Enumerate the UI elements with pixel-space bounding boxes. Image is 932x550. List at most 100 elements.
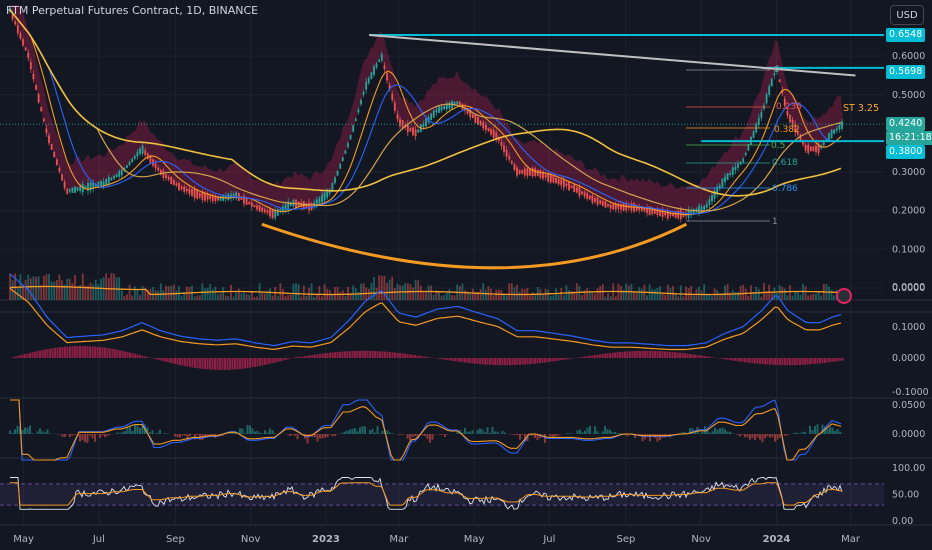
oscillator-bar: [46, 429, 49, 434]
macd-histogram-bar: [536, 358, 539, 364]
macd-histogram-bar: [384, 351, 386, 358]
fib-label-0: 0: [774, 65, 780, 75]
macd-histogram-bar: [299, 356, 301, 358]
candle-body: [175, 183, 178, 186]
macd-histogram-bar: [41, 350, 44, 358]
macd-histogram-bar: [156, 358, 159, 360]
oscillator-bar: [584, 430, 586, 434]
macd-histogram-bar: [249, 358, 251, 368]
candle-body: [778, 79, 781, 83]
macd-histogram-bar: [39, 350, 41, 358]
macd-histogram-bar: [681, 353, 684, 358]
candle-body: [482, 122, 485, 129]
oscillator-bar: [429, 434, 431, 443]
volume-bar: [516, 284, 518, 300]
macd-histogram-bar: [816, 358, 819, 364]
volume-bar: [53, 281, 56, 300]
oscillator-bar: [481, 429, 484, 434]
candle-body: [523, 168, 526, 176]
volume-bar: [412, 287, 414, 300]
macd-histogram-bar: [224, 358, 226, 370]
macd-histogram-bar: [179, 358, 181, 366]
volume-bar: [310, 283, 313, 300]
volume-bar: [432, 294, 435, 300]
oscillator-bar: [266, 432, 269, 434]
oscillator-bar: [91, 434, 94, 439]
macd-histogram-bar: [519, 358, 521, 365]
macd-histogram-bar: [284, 358, 286, 361]
currency-button[interactable]: USD: [890, 5, 924, 25]
oscillator-bar: [61, 434, 64, 437]
oscillator-bar: [606, 428, 609, 434]
macd-histogram-bar: [104, 347, 106, 358]
oscillator-bar: [21, 430, 24, 434]
oscillator-bar: [724, 429, 726, 434]
oscillator-bar: [374, 432, 376, 434]
volume-bar: [401, 285, 404, 300]
chart-canvas[interactable]: 0.6000 0.5000 0.3000 0.2000 0.1000 0.0000 0.10…: [0, 0, 932, 550]
rsi-axis-label: 50.00: [892, 490, 919, 501]
volume-bar: [120, 290, 123, 300]
oscillator-bar: [81, 434, 84, 441]
oscillator-bar: [386, 430, 389, 434]
macd-histogram-bar: [476, 358, 479, 364]
macd-histogram-bar: [694, 354, 696, 358]
candle-body: [565, 183, 568, 186]
macd-histogram-bar: [256, 358, 259, 367]
macd-histogram-bar: [304, 356, 306, 358]
candle-body: [375, 63, 378, 68]
x-tick-label: Nov: [241, 534, 261, 545]
candle-body: [170, 176, 173, 185]
macd-histogram-bar: [354, 350, 356, 358]
macd-histogram-bar: [164, 358, 166, 362]
volume-bar: [812, 293, 815, 300]
oscillator-bar: [9, 430, 11, 434]
candle-body: [354, 118, 357, 121]
time-axis[interactable]: May Jul Sep Nov 2023 Mar May Jul Sep Nov 2024 Mar: [13, 534, 861, 545]
candle-body: [365, 81, 368, 90]
volume-bar: [422, 292, 425, 300]
macd-histogram-bar: [724, 358, 726, 360]
macd-histogram-bar: [349, 351, 351, 358]
oscillator-bar: [659, 434, 661, 440]
volume-bar: [165, 285, 167, 300]
macd-histogram-bar: [814, 358, 816, 364]
candle-body: [360, 100, 362, 105]
candle-body: [126, 165, 128, 168]
macd-histogram-bar: [21, 354, 24, 358]
candle-body: [191, 188, 193, 197]
macd-histogram-bar: [584, 356, 586, 358]
price-pane[interactable]: [0, 5, 884, 270]
oscillator-bar: [24, 427, 26, 434]
macd-histogram-bar: [29, 352, 31, 358]
candle-body: [323, 192, 326, 201]
candle-body: [193, 189, 196, 198]
macd-histogram-bar: [649, 350, 651, 358]
oscillator-bar: [544, 434, 546, 443]
oscillator-bar: [89, 434, 91, 436]
volume-bar: [744, 288, 747, 300]
macd-histogram-bar: [376, 351, 379, 358]
candle-body: [110, 177, 113, 180]
candle-body: [479, 120, 482, 126]
oscillator-bar: [334, 434, 336, 436]
macd-histogram-bar: [779, 358, 781, 366]
macd-histogram-bar: [64, 346, 66, 358]
macd-histogram-bar: [629, 351, 631, 358]
macd-histogram-bar: [396, 352, 399, 358]
volume-bar: [237, 288, 240, 300]
volume-bar: [136, 290, 139, 300]
macd-histogram-bar: [134, 353, 136, 358]
volume-bar: [341, 290, 344, 300]
candle-body: [513, 163, 516, 171]
macd-histogram-bar: [51, 348, 54, 358]
volume-bar: [651, 289, 654, 300]
macd-histogram-bar: [109, 348, 111, 358]
oscillator-bar: [541, 434, 544, 435]
oscillator-bar: [556, 434, 559, 436]
macd-histogram-bar: [46, 349, 49, 358]
candle-body: [724, 176, 726, 183]
oscillator-bar: [119, 433, 121, 434]
macd-histogram-bar: [641, 350, 644, 358]
volume-bar: [318, 286, 321, 300]
